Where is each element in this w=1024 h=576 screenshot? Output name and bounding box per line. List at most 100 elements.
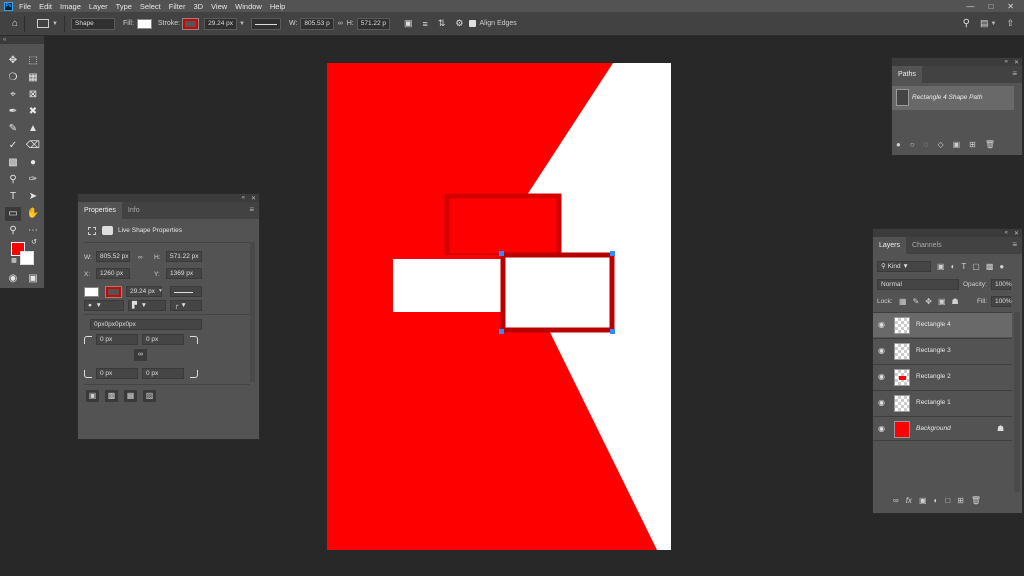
path-operations-icon[interactable]: ▣	[404, 18, 413, 29]
layers-close-icon[interactable]: ✕	[1014, 230, 1019, 237]
filter-adjustment-icon[interactable]: ◐	[951, 262, 956, 271]
subtract-shapes-icon[interactable]: ▩	[105, 390, 118, 402]
blur-tool-icon[interactable]: ●	[25, 156, 41, 170]
history-brush-tool-icon[interactable]: ✓	[5, 139, 21, 153]
layers-menu-icon[interactable]: ≡	[1012, 241, 1017, 249]
filter-type-icon[interactable]: T	[961, 262, 966, 271]
layer-row-rectangle-3[interactable]: ◉ Rectangle 3	[873, 338, 1012, 363]
menu-select[interactable]: Select	[140, 2, 161, 11]
menu-window[interactable]: Window	[235, 2, 262, 11]
menu-image[interactable]: Image	[60, 2, 81, 11]
paths-close-icon[interactable]: ✕	[1014, 59, 1019, 66]
corner-br-field[interactable]: 0 px	[142, 368, 184, 379]
new-adjustment-layer-icon[interactable]: ◐	[934, 496, 939, 505]
add-layer-mask-icon[interactable]: ▣	[919, 496, 927, 505]
link-layers-icon[interactable]: ∞	[893, 496, 899, 505]
stroke-width-chevron-icon[interactable]: ▼	[239, 21, 245, 27]
visibility-eye-icon[interactable]: ◉	[878, 424, 885, 433]
blend-mode-select[interactable]: Normal	[877, 279, 959, 290]
menu-3d[interactable]: 3D	[193, 2, 203, 11]
gear-icon[interactable]: ⚙	[455, 18, 463, 29]
corner-bl-field[interactable]: 0 px	[96, 368, 138, 379]
home-icon[interactable]: ⌂	[12, 18, 18, 29]
pen-tool-icon[interactable]: ✑	[25, 173, 41, 187]
healing-brush-tool-icon[interactable]: ✖	[25, 105, 41, 119]
stroke-swatch[interactable]	[105, 286, 122, 298]
hand-tool-icon[interactable]: ✋	[25, 207, 41, 221]
layer-row-background[interactable]: ◉ Background ☗	[873, 416, 1012, 441]
menu-help[interactable]: Help	[270, 2, 285, 11]
gradient-tool-icon[interactable]: ▩	[5, 156, 21, 170]
lock-position-icon[interactable]: ✥	[925, 297, 932, 306]
lock-transparency-icon[interactable]: ▦	[899, 297, 907, 306]
make-work-path-icon[interactable]: ◇	[937, 140, 943, 149]
properties-scrollbar[interactable]	[250, 242, 255, 382]
quick-mask-icon[interactable]: ◉	[5, 272, 21, 286]
tool-preset-icon[interactable]	[37, 19, 50, 28]
search-icon[interactable]: ⚲	[963, 18, 970, 29]
menu-view[interactable]: View	[211, 2, 227, 11]
stroke-swatch[interactable]	[182, 17, 200, 30]
crop-tool-icon[interactable]: ⌖	[5, 88, 21, 102]
corner-tr-field[interactable]: 0 px	[142, 334, 184, 345]
filter-pixel-icon[interactable]: ▣	[937, 262, 945, 271]
brush-tool-icon[interactable]: ✎	[5, 122, 21, 136]
menu-filter[interactable]: Filter	[169, 2, 186, 11]
tab-info[interactable]: Info	[122, 202, 146, 219]
filter-smart-object-icon[interactable]: ▩	[986, 262, 994, 271]
layers-collapse-icon[interactable]: «	[1005, 230, 1008, 236]
share-icon[interactable]: ⇧	[1006, 18, 1014, 29]
visibility-eye-icon[interactable]: ◉	[878, 320, 885, 329]
menu-edit[interactable]: Edit	[39, 2, 52, 11]
height-field[interactable]: 571.22 p	[356, 17, 391, 30]
type-tool-icon[interactable]: T	[5, 190, 21, 204]
move-tool-icon[interactable]: ✥	[5, 54, 21, 68]
visibility-eye-icon[interactable]: ◉	[878, 398, 885, 407]
fill-path-icon[interactable]: ●	[896, 140, 901, 149]
tool-preset-chevron-icon[interactable]: ▼	[52, 21, 58, 27]
align-edges-checkbox[interactable]	[469, 20, 477, 27]
workspace-chevron-icon[interactable]: ▼	[991, 21, 997, 27]
new-layer-icon[interactable]: ⊞	[957, 496, 964, 505]
stroke-width-field[interactable]: 29.24 px	[204, 17, 238, 30]
y-field[interactable]: 1369 px	[166, 268, 202, 279]
paths-collapse-icon[interactable]: «	[1005, 59, 1008, 65]
eraser-tool-icon[interactable]: ⌫	[25, 139, 41, 153]
menu-type[interactable]: Type	[116, 2, 132, 11]
layer-style-fx-icon[interactable]: fx	[906, 496, 912, 505]
stroke-type-select[interactable]	[170, 286, 202, 297]
path-selection-tool-icon[interactable]: ➤	[25, 190, 41, 204]
tab-paths[interactable]: Paths	[892, 66, 922, 83]
fill-swatch[interactable]	[136, 18, 152, 29]
filter-toggle-icon[interactable]: ●	[999, 262, 1004, 271]
intersect-shapes-icon[interactable]: ▦	[124, 390, 137, 402]
new-path-icon[interactable]: ⊞	[969, 140, 976, 149]
link-corners-icon[interactable]: ∞	[134, 349, 147, 361]
marquee-tool-icon[interactable]: ⬚	[25, 54, 41, 68]
paths-menu-icon[interactable]: ≡	[1012, 70, 1017, 78]
link-dimensions-icon[interactable]: ∞	[338, 20, 343, 27]
lasso-tool-icon[interactable]: ❍	[5, 71, 21, 85]
stroke-width-field[interactable]: 29.24 px	[126, 286, 162, 297]
dodge-tool-icon[interactable]: ⚲	[5, 173, 21, 187]
stroke-caps-select[interactable]: ▛ ▼	[128, 300, 166, 311]
path-arrangement-icon[interactable]: ⇅	[438, 18, 446, 29]
panel-menu-icon[interactable]: ≡	[249, 206, 254, 214]
workspace-icon[interactable]: ▤	[980, 18, 989, 29]
corner-tl-field[interactable]: 0 px	[96, 334, 138, 345]
width-field[interactable]: 805.53 p	[300, 17, 334, 30]
object-select-tool-icon[interactable]: ▦	[25, 71, 41, 85]
eyedropper-tool-icon[interactable]: ✒	[5, 105, 21, 119]
layer-row-rectangle-1[interactable]: ◉ Rectangle 1	[873, 390, 1012, 415]
rectangle-tool-icon[interactable]: ▭	[5, 207, 21, 221]
layer-filter-select[interactable]: ⚲ Kind ▼	[877, 261, 931, 272]
tool-mode-select[interactable]: Shape	[71, 17, 115, 30]
stroke-path-icon[interactable]: ○	[910, 140, 915, 149]
toolbar-collapse-icon[interactable]: «	[0, 36, 44, 44]
stroke-width-chevron-icon[interactable]: ▼	[158, 288, 163, 294]
visibility-eye-icon[interactable]: ◉	[878, 346, 885, 355]
menu-file[interactable]: File	[19, 2, 31, 11]
tab-channels[interactable]: Channels	[906, 237, 948, 254]
lock-icon[interactable]: ☗	[997, 424, 1004, 433]
stroke-corners-select[interactable]: ┌ ▼	[170, 300, 202, 311]
